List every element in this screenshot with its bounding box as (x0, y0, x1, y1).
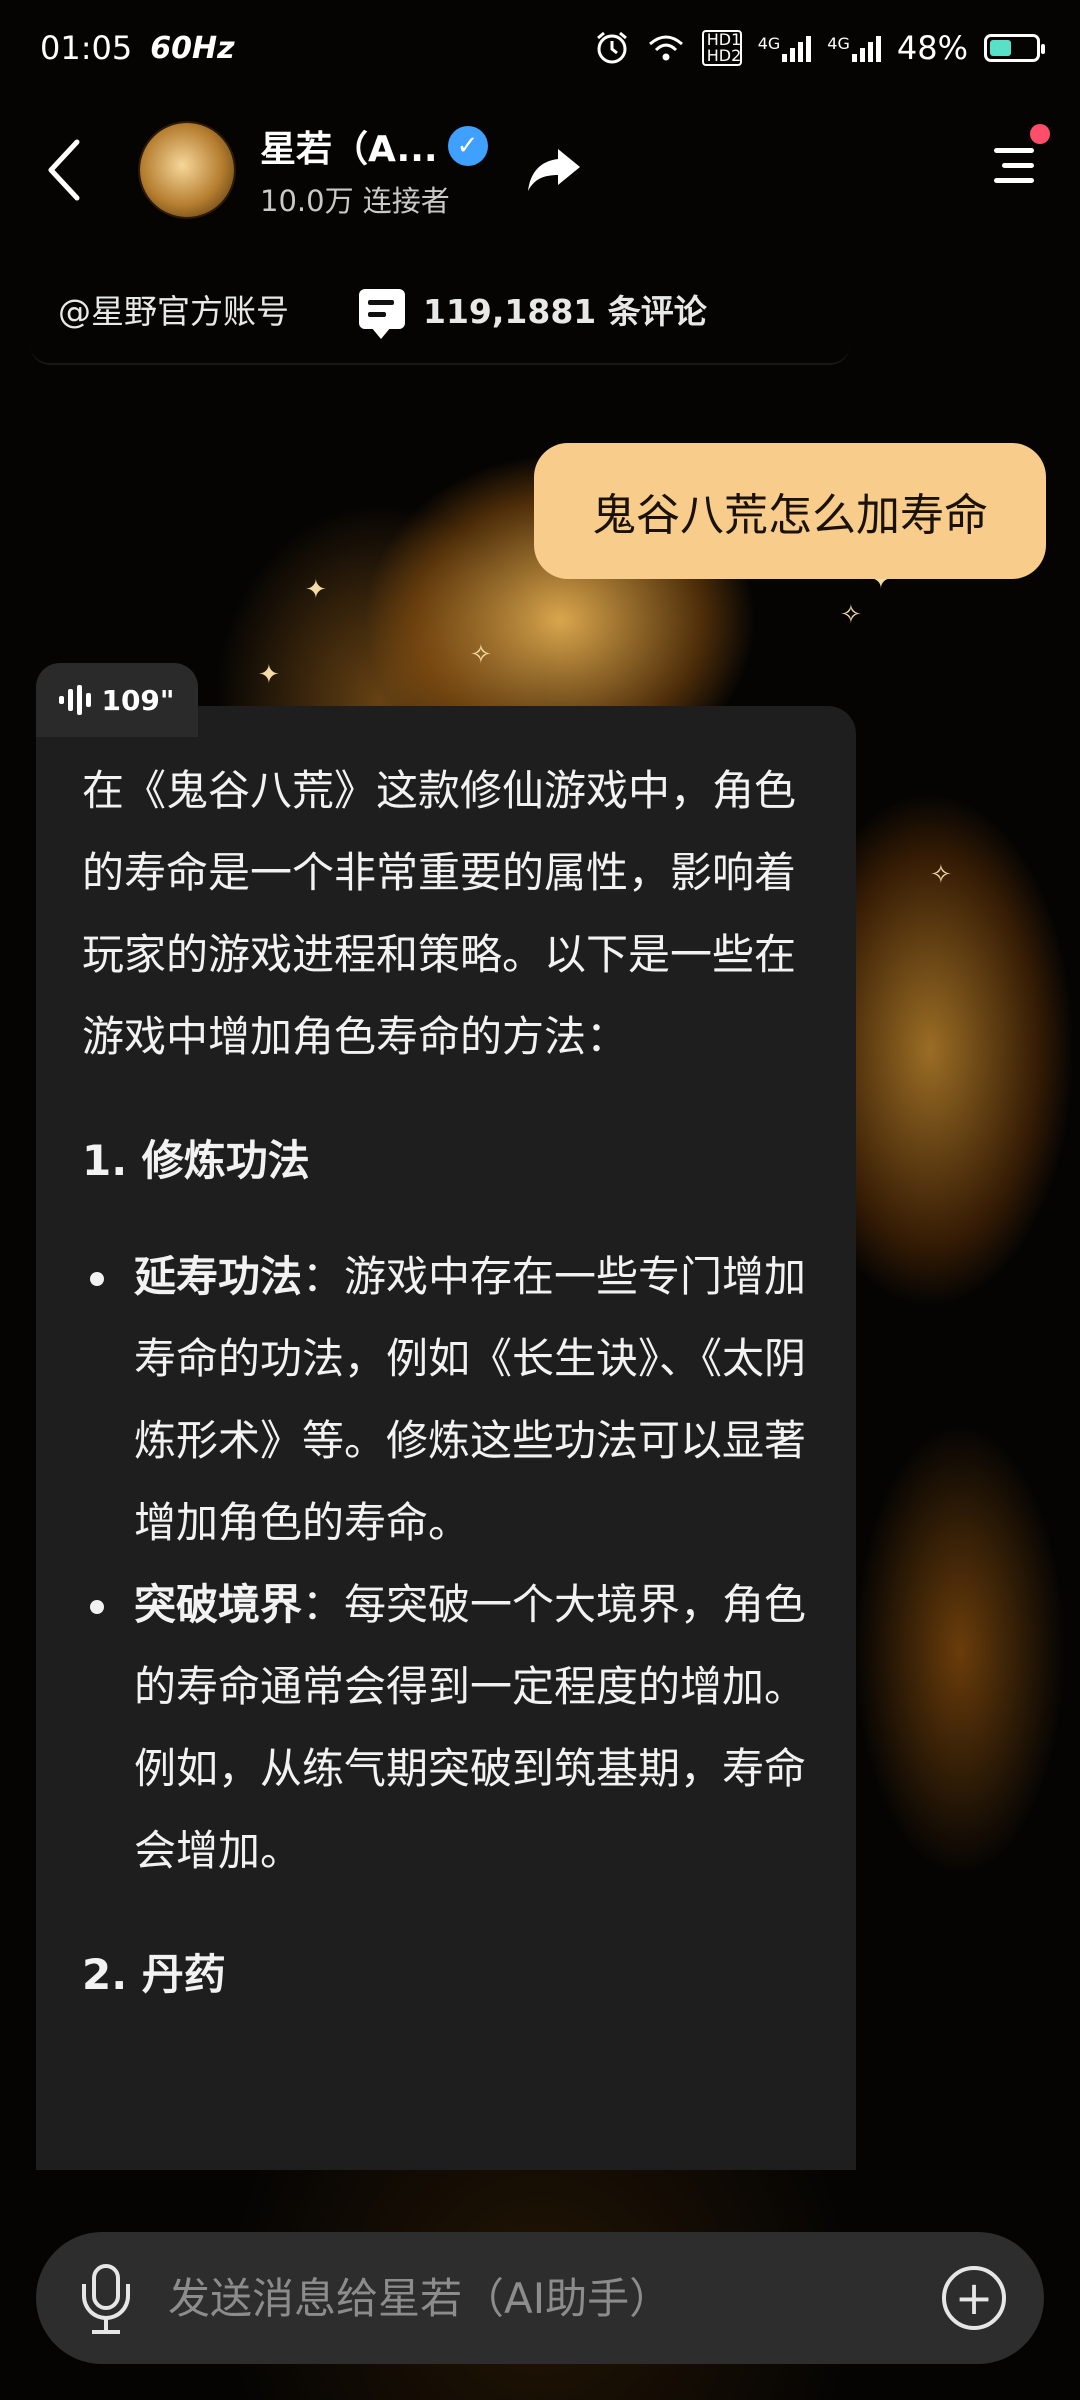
profile-info[interactable]: 星若（A... ✓ 10.0万 连接者 (260, 120, 488, 220)
menu-icon (994, 178, 1034, 183)
share-arrow-icon (527, 149, 580, 191)
section-heading: 2. 丹药 (82, 1950, 226, 1999)
microphone-icon[interactable] (76, 2258, 136, 2338)
info-bar: @星野官方账号 119,1881 条评论 (30, 255, 850, 365)
back-arrow-icon (48, 139, 80, 201)
status-time: 01:05 (40, 29, 133, 67)
profile-name: 星若（A... (260, 129, 438, 170)
verified-badge-icon: ✓ (447, 126, 488, 166)
alarm-icon (596, 31, 627, 64)
audio-wave-icon (59, 685, 92, 715)
plus-circle-icon[interactable]: + (942, 2266, 1006, 2330)
message-input[interactable] (166, 2272, 942, 2324)
official-account-link[interactable]: @星野官方账号 (58, 285, 289, 333)
audio-duration: 109" (101, 683, 175, 717)
hotspot-icon (648, 35, 683, 61)
list-item: 延寿功法：游戏中存在一些专门增加寿命的功法，例如《长生诀》、《太阴炼形术》等。修… (90, 1236, 810, 1564)
signal-icon: 4G (758, 34, 812, 62)
hd-icon: HD1 HD2 (701, 30, 742, 66)
ai-message-bubble[interactable]: 在《鬼谷八荒》这款修仙游戏中，角色的寿命是一个非常重要的属性，影响着玩家的游戏进… (36, 706, 856, 2170)
network-type-label: 4G (757, 34, 781, 53)
list-item-term: 突破境界 (134, 1580, 303, 1629)
sparkle-icon: ✧ (470, 640, 492, 670)
network-type-label: 4G (827, 34, 850, 53)
list-item: 突破境界：每突破一个大境界，角色的寿命通常会得到一定程度的增加。例如，从练气期突… (90, 1564, 810, 1892)
share-button[interactable] (524, 140, 584, 200)
list-item-term: 延寿功法 (134, 1252, 303, 1301)
menu-icon (994, 148, 1034, 153)
notification-dot (1030, 124, 1050, 144)
voice-play-button[interactable]: 109" (36, 663, 198, 737)
user-message-text: 鬼谷八荒怎么加寿命 (592, 490, 988, 541)
chat-header: 星若（A... ✓ 10.0万 连接者 (0, 110, 1080, 230)
signal-icon: 4G (827, 34, 881, 62)
comment-count: 119,1881 条评论 (423, 292, 707, 331)
comment-bubble-icon (359, 289, 405, 339)
menu-button[interactable] (974, 124, 1050, 194)
refresh-rate: 60Hz (150, 30, 235, 66)
back-button[interactable] (30, 125, 100, 215)
comments-link[interactable]: 119,1881 条评论 (359, 285, 707, 339)
status-bar: 01:05 60Hz HD1 HD2 4G 4G 48% (0, 0, 1080, 96)
sparkle-icon: ✦ (305, 575, 327, 605)
battery-icon (984, 34, 1045, 62)
avatar[interactable] (140, 123, 234, 217)
sparkle-icon: ✦ (258, 660, 280, 690)
sparkle-icon: ✧ (840, 600, 862, 630)
sparkle-icon: ✧ (930, 860, 952, 890)
menu-icon (1002, 163, 1034, 168)
method-list: 延寿功法：游戏中存在一些专门增加寿命的功法，例如《长生诀》、《太阴炼形术》等。修… (82, 1236, 810, 1892)
battery-percent: 48% (896, 29, 968, 67)
connector-count: 10.0万 连接者 (260, 184, 450, 218)
user-message-bubble[interactable]: 鬼谷八荒怎么加寿命 (534, 443, 1046, 579)
section-heading: 1. 修炼功法 (82, 1136, 310, 1185)
message-input-bar: + (36, 2232, 1044, 2364)
ai-intro-text: 在《鬼谷八荒》这款修仙游戏中，角色的寿命是一个非常重要的属性，影响着玩家的游戏进… (82, 766, 797, 1061)
